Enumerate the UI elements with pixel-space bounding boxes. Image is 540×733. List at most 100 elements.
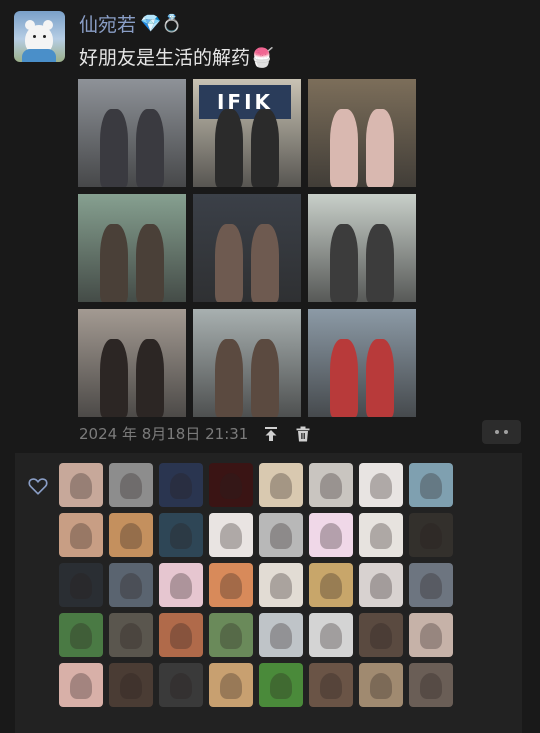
liker-avatar[interactable] [59, 463, 103, 507]
liker-avatar[interactable] [159, 613, 203, 657]
photo-person [251, 224, 279, 302]
liker-avatar-figure [420, 522, 442, 550]
liker-avatar-figure [370, 672, 392, 700]
more-icon[interactable] [482, 420, 521, 444]
liker-avatar[interactable] [159, 663, 203, 707]
liker-avatar[interactable] [259, 663, 303, 707]
liker-avatar-figure [120, 572, 142, 600]
liker-avatar[interactable] [359, 613, 403, 657]
liker-avatar-figure [420, 472, 442, 500]
liker-avatar-figure [120, 522, 142, 550]
post-photo[interactable] [193, 309, 301, 417]
liker-avatar[interactable] [259, 613, 303, 657]
liker-avatar[interactable] [209, 613, 253, 657]
liker-avatar-figure [220, 522, 242, 550]
photo-person [215, 109, 243, 187]
liker-avatar[interactable] [309, 563, 353, 607]
liker-avatar-figure [420, 622, 442, 650]
liker-avatar-figure [270, 522, 292, 550]
photo-person [215, 339, 243, 417]
liker-avatar-figure [170, 622, 192, 650]
liker-avatar-figure [70, 672, 92, 700]
liker-avatar-figure [320, 672, 342, 700]
heart-icon [28, 478, 48, 495]
liker-avatar-figure [270, 672, 292, 700]
liker-avatar[interactable] [159, 563, 203, 607]
liker-avatar[interactable] [409, 513, 453, 557]
liker-avatar[interactable] [59, 613, 103, 657]
liker-avatar[interactable] [309, 663, 353, 707]
liker-avatar[interactable] [359, 663, 403, 707]
liker-avatar-figure [320, 622, 342, 650]
liker-avatar[interactable] [109, 563, 153, 607]
username[interactable]: 仙宛若 💎💍 [79, 10, 182, 37]
post-photo[interactable] [78, 79, 186, 187]
liker-avatar[interactable] [159, 513, 203, 557]
liker-avatar[interactable] [109, 513, 153, 557]
liker-avatar[interactable] [409, 463, 453, 507]
liker-avatar[interactable] [109, 663, 153, 707]
avatar-shirt [22, 49, 56, 62]
post-photo[interactable] [308, 194, 416, 302]
photo-person [100, 224, 128, 302]
liker-avatar-figure [320, 572, 342, 600]
post-photo[interactable]: IFIK [193, 79, 301, 187]
liker-avatar[interactable] [59, 663, 103, 707]
likes-panel [15, 453, 522, 733]
username-emoji: 💎💍 [140, 13, 183, 34]
photo-person [366, 224, 394, 302]
username-text[interactable]: 仙宛若 [79, 10, 136, 37]
avatar-eye [33, 35, 36, 38]
photo-person [136, 339, 164, 417]
photo-sign-text: IFIK [199, 85, 291, 119]
liker-avatar[interactable] [359, 563, 403, 607]
liker-avatar[interactable] [409, 613, 453, 657]
liker-avatar[interactable] [209, 513, 253, 557]
liker-avatar[interactable] [409, 663, 453, 707]
liker-avatar[interactable] [409, 563, 453, 607]
liker-avatar-figure [170, 672, 192, 700]
liker-avatar[interactable] [209, 663, 253, 707]
liker-avatar[interactable] [309, 613, 353, 657]
liker-avatar[interactable] [309, 463, 353, 507]
liker-avatar-figure [320, 472, 342, 500]
post-photo[interactable] [308, 309, 416, 417]
liker-avatar-figure [420, 572, 442, 600]
liker-avatar-figure [70, 522, 92, 550]
liker-avatar[interactable] [159, 463, 203, 507]
post-meta: 2024 年 8月18日 21:31 [79, 423, 312, 444]
post-photo[interactable] [308, 79, 416, 187]
post-photo[interactable] [78, 194, 186, 302]
post-photo[interactable] [193, 194, 301, 302]
trash-icon[interactable] [294, 425, 312, 443]
liker-avatar[interactable] [309, 513, 353, 557]
liker-avatar[interactable] [209, 463, 253, 507]
liker-avatar[interactable] [59, 513, 103, 557]
liker-avatar-figure [70, 572, 92, 600]
liker-avatar-figure [270, 472, 292, 500]
liker-avatar[interactable] [209, 563, 253, 607]
liker-avatar[interactable] [359, 463, 403, 507]
liker-avatar-figure [70, 472, 92, 500]
liker-avatar[interactable] [109, 463, 153, 507]
liker-avatar[interactable] [259, 463, 303, 507]
photo-person [215, 224, 243, 302]
liker-avatar[interactable] [359, 513, 403, 557]
pin-to-top-icon[interactable] [262, 425, 280, 443]
liker-avatar[interactable] [259, 563, 303, 607]
liker-avatar-figure [270, 572, 292, 600]
liker-avatar-figure [220, 472, 242, 500]
liker-avatar[interactable] [109, 613, 153, 657]
photo-person [330, 109, 358, 187]
liker-avatar[interactable] [59, 563, 103, 607]
liker-avatars [59, 463, 453, 707]
post-photo[interactable] [78, 309, 186, 417]
liker-avatar-figure [370, 522, 392, 550]
photo-person [136, 224, 164, 302]
photo-person [330, 339, 358, 417]
liker-avatar-figure [170, 572, 192, 600]
photo-person [366, 109, 394, 187]
user-avatar[interactable] [14, 11, 65, 62]
liker-avatar-figure [170, 472, 192, 500]
liker-avatar[interactable] [259, 513, 303, 557]
